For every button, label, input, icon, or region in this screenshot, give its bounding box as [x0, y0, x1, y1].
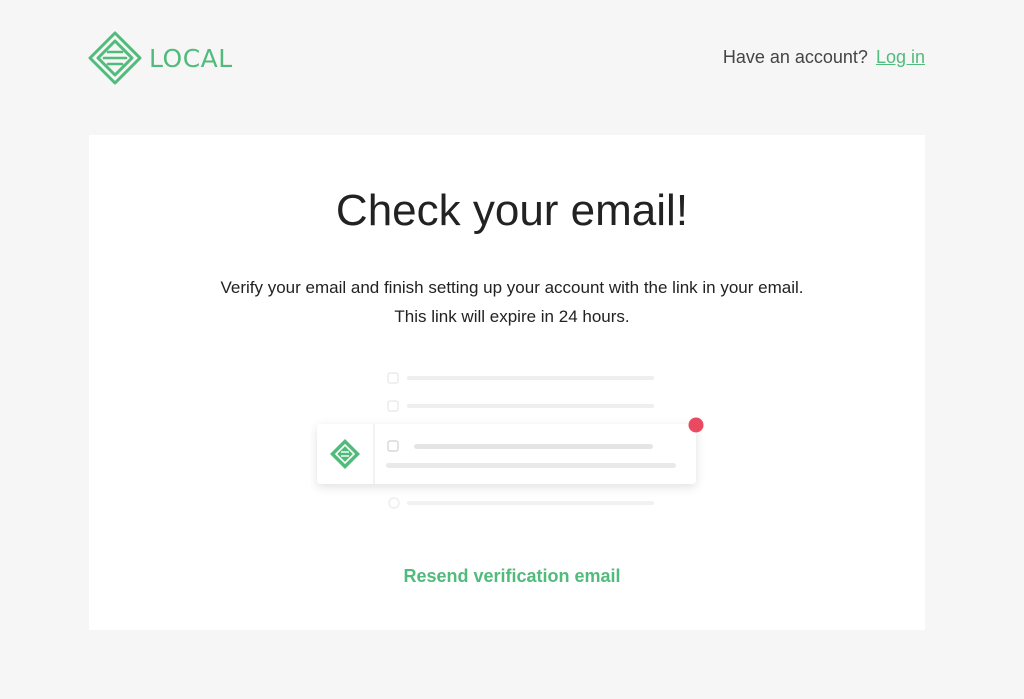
faded-email-row [387, 400, 654, 412]
local-logo-icon [88, 31, 142, 85]
highlighted-email-card [317, 424, 696, 484]
resend-verification-button[interactable]: Resend verification email [0, 566, 1024, 587]
brand-name: LOCAL [149, 43, 233, 73]
page-header: LOCAL Have an account? Log in [0, 0, 1024, 115]
faded-email-row [387, 372, 654, 384]
brand-logo-link[interactable]: LOCAL [88, 31, 233, 85]
description-line-1: Verify your email and finish setting up … [220, 278, 804, 297]
verification-description: Verify your email and finish setting up … [0, 273, 1024, 331]
faded-email-row [388, 497, 654, 509]
page-title: Check your email! [335, 186, 689, 235]
notification-dot [688, 417, 704, 433]
email-inbox-illustration [317, 372, 704, 509]
description-line-2: This link will expire in 24 hours. [394, 307, 630, 326]
account-prompt-text: Have an account? [722, 47, 868, 67]
account-prompt-area: Have an account? Log in [723, 47, 925, 68]
login-link[interactable]: Log in [876, 47, 925, 67]
